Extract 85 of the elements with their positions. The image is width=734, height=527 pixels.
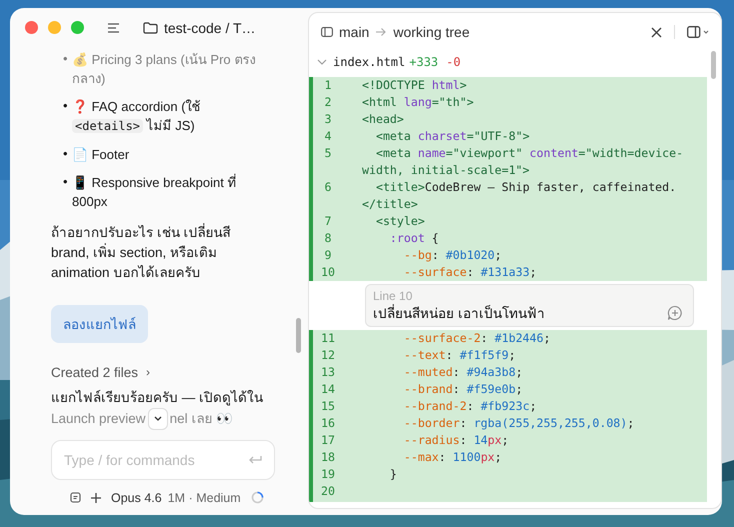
- code-line: --text: #f1f5f9;: [402, 347, 517, 364]
- comment-label: Line 10: [373, 289, 414, 303]
- plus-icon[interactable]: [91, 492, 101, 503]
- bullet: •: [63, 96, 69, 115]
- return-icon: [248, 455, 262, 466]
- zoom-light[interactable]: [71, 21, 84, 34]
- file-name[interactable]: index.html: [333, 55, 406, 69]
- code-line: --border: rgba(255,255,255,0.08);: [402, 415, 636, 432]
- line-number: 16: [320, 415, 336, 432]
- code-line: <head>: [361, 111, 405, 128]
- assistant-message: nel เลย 👀: [170, 410, 234, 428]
- menu-icon[interactable]: [108, 22, 120, 33]
- chevron-down-icon: [154, 416, 162, 422]
- line-number: 1: [324, 77, 332, 94]
- composer-field[interactable]: Type / for commands: [51, 440, 275, 480]
- chevron-icon[interactable]: [317, 59, 327, 65]
- code-line: --muted: #94a3b8;: [402, 364, 524, 381]
- breadcrumb[interactable]: test-code / T…: [164, 20, 256, 36]
- line-number: 5: [324, 145, 332, 162]
- target-name: working tree: [393, 24, 470, 40]
- scroll-down-button[interactable]: [148, 408, 168, 430]
- spinner-icon: [250, 491, 264, 504]
- line-number: 9: [324, 247, 332, 264]
- scrollbar[interactable]: [711, 51, 716, 79]
- code-line: --max: 1100px;: [402, 449, 503, 466]
- model-selector[interactable]: Opus 4.6: [111, 490, 162, 505]
- code-line: <style>: [374, 213, 426, 230]
- list-item: 📄 Footer: [72, 146, 130, 164]
- code-line: <!DOCTYPE html>: [361, 77, 468, 94]
- code-line: --bg: #0b1020;: [402, 247, 503, 264]
- line-number: 7: [324, 213, 332, 230]
- code-line: <title>CodeBrew — Ship faster, caffeinated. </title>: [361, 179, 678, 213]
- removed-count: -0: [446, 55, 461, 69]
- line-number: 19: [320, 466, 336, 483]
- list-item: 💰 Pricing 3 plans (เน้น Pro ตรงกลาง): [72, 50, 256, 88]
- input-field[interactable]: Type / for commands: [62, 451, 248, 470]
- code-line: --surface-2: #1b2446;: [402, 330, 552, 347]
- line-number: 8: [324, 230, 332, 247]
- code-line: <meta name="viewport" content="width=device-width, initial-scale=1">: [361, 145, 684, 179]
- effort-label[interactable]: 1M · Medium: [168, 490, 241, 505]
- line-number: 4: [324, 128, 332, 145]
- comment-field[interactable]: Line 10 เปลี่ยนสีหน่อย เอาเป็นโทนฟ้า: [365, 284, 694, 327]
- scrollbar[interactable]: [296, 318, 301, 353]
- code-line: --surface: #131a33;: [402, 264, 538, 281]
- line-number: 14: [320, 381, 336, 398]
- bullet: •: [63, 50, 69, 68]
- close-icon[interactable]: [651, 26, 662, 38]
- folder-icon: [143, 22, 158, 34]
- bullet: •: [63, 144, 69, 163]
- line-number: 11: [320, 330, 336, 347]
- arrow-icon: [375, 27, 388, 37]
- line-number: 20: [320, 483, 336, 500]
- chevron-icon: ›: [146, 365, 150, 380]
- assistant-message: Launch preview: [51, 410, 146, 428]
- line-number: 13: [320, 364, 336, 381]
- added-count: +333: [409, 55, 438, 69]
- code-line: <html lang="th">: [361, 94, 475, 111]
- code-line: <meta charset="UTF-8">: [374, 128, 531, 145]
- code-line: --radius: 14px;: [402, 432, 510, 449]
- sidebar-icon[interactable]: [321, 27, 333, 37]
- assistant-message: ถ้าอยากปรับอะไร เช่น เปลี่ยนสี brand, เพิ่ม section, หรือเติม animation บอกได้เลยครับ: [51, 222, 232, 282]
- code-line: --brand: #f59e0b;: [402, 381, 524, 398]
- line-number: 18: [320, 449, 336, 466]
- panel-layout-icon[interactable]: [687, 26, 709, 38]
- line-number: 6: [324, 179, 332, 196]
- code-line: :root {: [388, 230, 440, 247]
- line-number: 12: [320, 347, 336, 364]
- line-number: 17: [320, 432, 336, 449]
- line-number: 10: [320, 264, 336, 281]
- line-number: 15: [320, 398, 336, 415]
- bullet: •: [63, 172, 69, 191]
- close-light[interactable]: [25, 21, 38, 34]
- comment-input[interactable]: เปลี่ยนสีหน่อย เอาเป็นโทนฟ้า: [373, 303, 667, 322]
- add-comment-icon[interactable]: [667, 304, 683, 320]
- line-number: 2: [324, 94, 332, 111]
- branch-name: main: [339, 24, 370, 40]
- created-files-link[interactable]: Created 2 files: [51, 364, 138, 380]
- list-item: ❓ FAQ accordion (ใช้ <details> ไม่มี JS): [72, 98, 202, 135]
- code-line: --brand-2: #fb923c;: [402, 398, 538, 415]
- document-icon[interactable]: [70, 492, 81, 504]
- code-line: }: [388, 466, 398, 483]
- assistant-message: แยกไฟล์เรียบร้อยครับ — เปิดดูได้ใน: [51, 388, 264, 408]
- line-number: 3: [324, 111, 332, 128]
- user-message: ลองแยกไฟล์: [51, 304, 148, 343]
- list-item: 📱 Responsive breakpoint ที่ 800px: [72, 172, 238, 211]
